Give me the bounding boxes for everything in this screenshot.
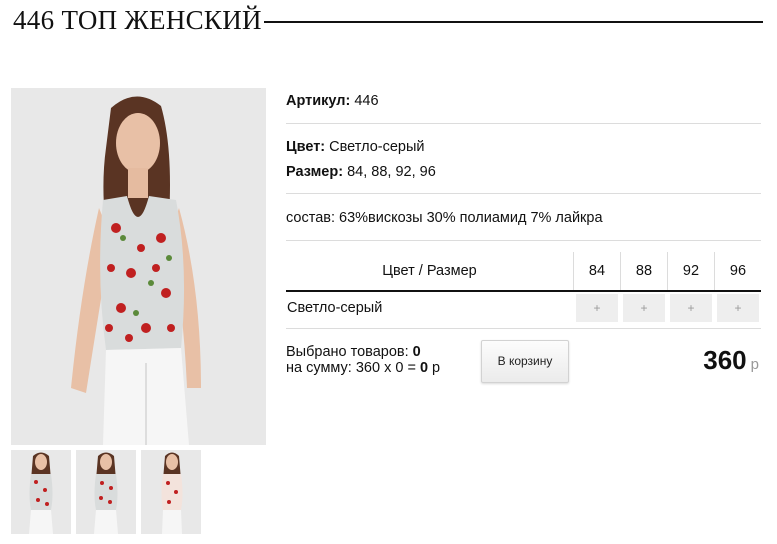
thumbnail-3[interactable] xyxy=(141,450,201,534)
thumbnail-2[interactable] xyxy=(76,450,136,534)
price-currency: р xyxy=(750,356,759,373)
color-value: Светло-серый xyxy=(329,139,425,155)
add-size-88-button[interactable]: + xyxy=(623,294,665,322)
size-header-96: 96 xyxy=(714,252,761,292)
color-line: Цвет: Светло-серый xyxy=(286,139,761,155)
add-to-cart-button[interactable]: В корзину xyxy=(481,340,569,383)
add-size-92-button[interactable]: + xyxy=(670,294,712,322)
size-quantity-table: Цвет / Размер 84 88 92 96 Светло-серый +… xyxy=(286,252,761,324)
divider xyxy=(286,193,761,194)
price: 360 р xyxy=(703,345,759,376)
article-value: 446 xyxy=(354,93,379,109)
size-value: 84, 88, 92, 96 xyxy=(347,164,436,180)
table-row: Светло-серый + + + + xyxy=(286,291,761,324)
size-header-84: 84 xyxy=(573,252,621,292)
order-summary: Выбрано товаров: 0 на сумму: 360 х 0 = 0… xyxy=(286,344,440,376)
color-label: Цвет: xyxy=(286,139,326,155)
size-table-header: Цвет / Размер 84 88 92 96 xyxy=(286,252,761,292)
article-line: Артикул: 446 xyxy=(286,93,761,109)
size-header-92: 92 xyxy=(667,252,715,292)
thumbnail-photo-icon xyxy=(141,450,201,534)
size-label: Размер: xyxy=(286,164,344,180)
selected-label: Выбрано товаров: xyxy=(286,344,409,360)
size-header-88: 88 xyxy=(620,252,668,292)
title-row: 446 ТОП ЖЕНСКИЙ xyxy=(13,4,763,36)
divider xyxy=(286,328,761,329)
divider xyxy=(286,240,761,241)
main-product-image[interactable] xyxy=(11,88,266,445)
selected-count: 0 xyxy=(412,344,421,360)
add-size-84-button[interactable]: + xyxy=(576,294,618,322)
article-label: Артикул: xyxy=(286,93,351,109)
thumbnail-1[interactable] xyxy=(11,450,71,534)
page-title: 446 ТОП ЖЕНСКИЙ xyxy=(13,4,262,35)
sum-currency: р xyxy=(432,360,441,376)
row-color-name: Светло-серый xyxy=(287,300,383,316)
product-photo-icon xyxy=(11,88,266,445)
add-size-96-button[interactable]: + xyxy=(717,294,759,322)
divider xyxy=(286,123,761,124)
color-size-header: Цвет / Размер xyxy=(286,252,574,292)
sum-label: на сумму: 360 х 0 = xyxy=(286,360,416,376)
title-divider xyxy=(263,21,763,23)
price-value: 360 xyxy=(703,345,747,375)
composition: состав: 63%вискозы 30% полиамид 7% лайкр… xyxy=(286,210,603,226)
thumbnail-photo-icon xyxy=(11,450,71,534)
size-line: Размер: 84, 88, 92, 96 xyxy=(286,164,761,180)
sum-value: 0 xyxy=(419,360,429,376)
thumbnail-photo-icon xyxy=(76,450,136,534)
